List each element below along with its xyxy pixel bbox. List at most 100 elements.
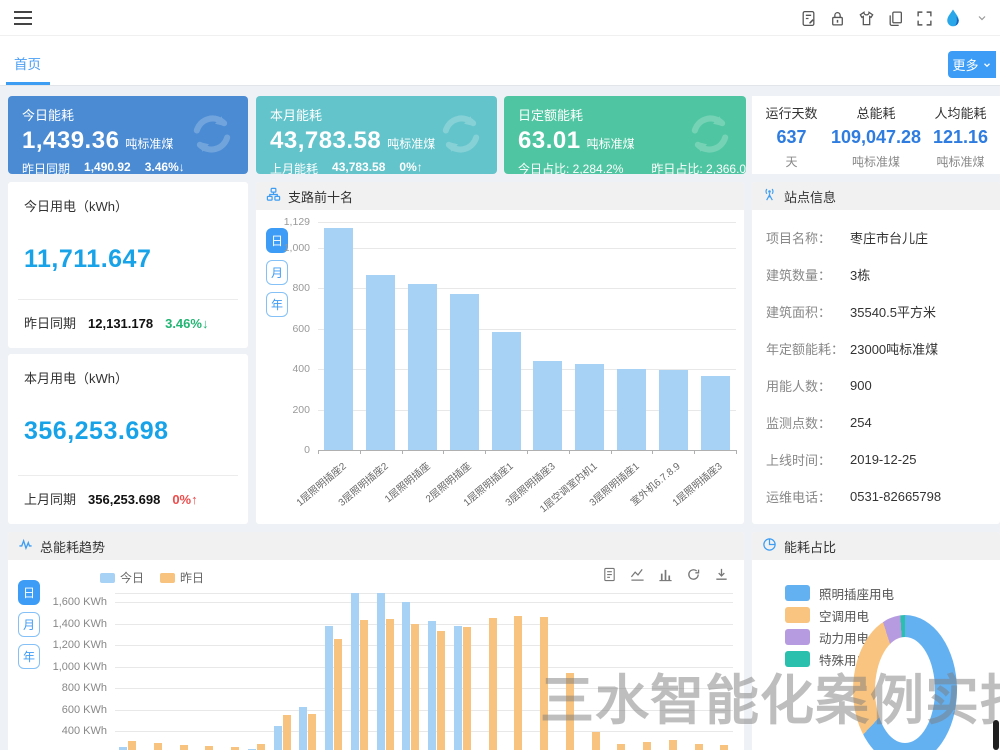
y-tick-label: 200 xyxy=(292,404,310,416)
site-info-row: 建筑面积：35540.5平方米 xyxy=(752,293,1000,330)
org-chart-icon xyxy=(266,187,281,205)
energy-trend-chart: 1,600 KWh1,400 KWh1,200 KWh1,000 KWh800 … xyxy=(115,593,733,750)
site-info-row: 建筑数量：3栋 xyxy=(752,256,1000,293)
kpi-card-month-energy: 本月能耗 43,783.58 吨标准煤 上月能耗 43,783.58 0%↑ xyxy=(256,96,497,174)
bar-yesterday xyxy=(592,732,600,750)
refresh-icon[interactable] xyxy=(685,566,702,583)
gridline xyxy=(318,222,736,223)
bar-branch xyxy=(492,332,521,450)
summary-stats: 运行天数637天总能耗109,047.28吨标准煤人均能耗121.16吨标准煤 xyxy=(752,96,1000,174)
axis-tick xyxy=(569,450,570,454)
bar-yesterday xyxy=(283,715,291,750)
menu-toggle-icon[interactable] xyxy=(14,11,32,29)
panel-title: 今日用电（kWh） xyxy=(8,182,248,215)
kpi-sub-value: 1,490.92 xyxy=(84,160,131,174)
kpi-sub-percent: 3.46%↓ xyxy=(145,160,185,174)
trend-legend: 今日昨日 xyxy=(100,569,204,586)
theme-shirt-icon[interactable] xyxy=(856,8,876,28)
stat-label: 总能耗 xyxy=(831,103,921,122)
bar-today xyxy=(274,726,282,750)
app-logo-icon[interactable] xyxy=(943,8,963,28)
gridline xyxy=(318,248,736,249)
bar-branch xyxy=(701,376,730,450)
pie-chart-icon xyxy=(762,537,777,555)
site-row-label: 建筑数量： xyxy=(766,265,850,284)
y-tick-label: 800 xyxy=(292,282,310,294)
legend-label: 空调用电 xyxy=(819,606,869,625)
bar-branch xyxy=(324,228,353,450)
site-row-value: 枣庄市台儿庄 xyxy=(850,228,928,247)
more-tabs-button[interactable]: 更多 xyxy=(948,51,996,78)
fullscreen-icon[interactable] xyxy=(914,8,934,28)
axis-tick xyxy=(527,450,528,454)
today-power-card: 今日用电（kWh） 11,711.647 昨日同期 12,131.178 3.4… xyxy=(8,182,248,348)
bar-yesterday xyxy=(617,744,625,750)
y-tick-label: 1,129 xyxy=(284,216,310,228)
pie-legend-item-1[interactable]: 空调用电 xyxy=(785,604,894,626)
site-row-label: 运维电话： xyxy=(766,487,850,506)
stat-label: 人均能耗 xyxy=(921,103,1000,122)
bar-yesterday xyxy=(540,617,548,750)
site-info-row: 监测点数：254 xyxy=(752,404,1000,441)
kpi-sub-percent: 0%↑ xyxy=(399,160,422,174)
user-chevron-down-icon[interactable] xyxy=(972,8,992,28)
site-info-row: 年定额能耗：23000吨标准煤 xyxy=(752,330,1000,367)
stat-1: 总能耗109,047.28吨标准煤 xyxy=(831,96,921,174)
bar-chart-icon[interactable] xyxy=(657,566,674,583)
line-chart-icon[interactable] xyxy=(629,566,646,583)
legend-item-今日[interactable]: 今日 xyxy=(100,569,144,586)
site-row-label: 年定额能耗： xyxy=(766,339,850,358)
period-button-月[interactable]: 月 xyxy=(18,612,40,637)
axis-tick xyxy=(652,450,653,454)
energy-trend-panel: 总能耗趋势 今日昨日 日月年 1,600 KWh1,400 KWh1,200 K… xyxy=(8,532,744,750)
period-button-月[interactable]: 月 xyxy=(266,260,288,285)
stat-unit: 吨标准煤 xyxy=(831,153,921,170)
scrollbar-thumb[interactable] xyxy=(993,720,999,750)
copy-icon[interactable] xyxy=(885,8,905,28)
bar-yesterday xyxy=(669,740,677,750)
trend-period-switcher: 日月年 xyxy=(18,580,40,669)
refresh-arrows-icon xyxy=(433,106,489,167)
compare-value: 356,253.698 xyxy=(88,492,160,507)
bar-branch xyxy=(659,370,688,450)
stat-value: 121.16 xyxy=(921,127,1000,148)
log-edit-icon[interactable] xyxy=(798,8,818,28)
month-power-value: 356,253.698 xyxy=(8,387,248,446)
pie-legend-item-0[interactable]: 照明插座用电 xyxy=(785,582,894,604)
site-row-label: 上线时间： xyxy=(766,450,850,469)
chart-toolbox xyxy=(601,566,730,583)
bar-branch xyxy=(533,361,562,450)
download-icon[interactable] xyxy=(713,566,730,583)
period-button-年[interactable]: 年 xyxy=(18,644,40,669)
bar-yesterday xyxy=(180,745,188,750)
data-view-icon[interactable] xyxy=(601,566,618,583)
divider xyxy=(18,299,238,300)
bar-today xyxy=(454,626,462,750)
stat-unit: 天 xyxy=(752,153,831,170)
kpi-unit: 吨标准煤 xyxy=(587,135,635,152)
y-tick-label: 600 KWh xyxy=(62,704,107,716)
site-row-value: 254 xyxy=(850,415,872,430)
today-power-value: 11,711.647 xyxy=(8,215,248,274)
legend-label: 动力用电 xyxy=(819,628,869,647)
period-button-年[interactable]: 年 xyxy=(266,292,288,317)
period-button-日[interactable]: 日 xyxy=(18,580,40,605)
energy-share-panel: 能耗占比 照明插座用电空调用电动力用电特殊用电 xyxy=(752,532,1000,750)
lock-icon[interactable] xyxy=(827,8,847,28)
stat-unit: 吨标准煤 xyxy=(921,153,1000,170)
refresh-arrows-icon xyxy=(184,106,240,167)
legend-item-昨日[interactable]: 昨日 xyxy=(160,569,204,586)
tab-home[interactable]: 首页 xyxy=(14,53,41,73)
donut-hole xyxy=(875,637,935,743)
axis-tick xyxy=(318,450,319,454)
month-power-card: 本月用电（kWh） 356,253.698 上月同期 356,253.698 0… xyxy=(8,354,248,524)
kpi-card-today-energy: 今日能耗 1,439.36 吨标准煤 昨日同期 1,490.92 3.46%↓ xyxy=(8,96,248,174)
y-tick-label: 400 KWh xyxy=(62,725,107,737)
y-tick-label: 1,000 KWh xyxy=(53,661,107,673)
legend-label: 照明插座用电 xyxy=(819,584,894,603)
kpi-sub-label: 上月能耗 xyxy=(270,160,318,174)
bar-yesterday xyxy=(566,673,574,750)
stat-value: 637 xyxy=(752,127,831,148)
bar-yesterday xyxy=(360,620,368,750)
bar-yesterday xyxy=(205,746,213,750)
